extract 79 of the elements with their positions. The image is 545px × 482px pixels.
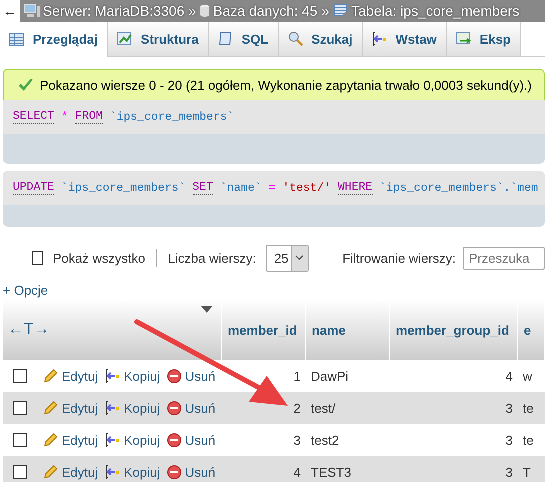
rows-select[interactable]: 25 — [266, 244, 309, 272]
structure-icon — [117, 31, 134, 47]
computer-icon — [24, 4, 40, 18]
table-icon — [9, 32, 25, 48]
tab[interactable]: SQL — [208, 22, 279, 56]
tab[interactable]: Struktura — [108, 22, 209, 56]
row-checkbox[interactable] — [13, 401, 27, 415]
table-cell: TEST3 — [306, 456, 390, 482]
row-checkbox[interactable] — [13, 369, 27, 383]
sql-token: = — [268, 182, 276, 194]
scroll-icon — [218, 31, 234, 47]
insert-row-icon — [105, 400, 122, 416]
insert-row-icon — [105, 432, 122, 448]
chevron-down-icon — [295, 255, 304, 261]
sql-token: UPDATE — [13, 181, 54, 195]
sql-token: WHERE — [338, 181, 373, 195]
insert-row-icon — [372, 31, 388, 47]
sql-token: FROM — [75, 110, 103, 124]
table-cell: T — [518, 456, 545, 482]
breadcrumb-link[interactable]: Tabela: ips_core_members — [352, 3, 520, 19]
row-checkbox[interactable] — [13, 465, 27, 479]
breadcrumb-link[interactable]: Baza danych: 45 — [213, 3, 318, 19]
sql-token: SET — [192, 181, 214, 195]
table-icon — [334, 4, 349, 18]
pencil-icon — [43, 464, 59, 480]
delete-link[interactable]: Usuń — [167, 368, 216, 384]
sql-token: 'test/' — [282, 182, 332, 194]
insert-row-icon — [105, 464, 122, 480]
notice-text: Pokazano wiersze 0 - 20 (21 ogółem, Wykonanie zapytania trwało 0,0003 sekund(y).) — [40, 78, 532, 92]
breadcrumb-separator: » — [188, 3, 196, 19]
filter-field[interactable]: Przeszuka — [463, 246, 545, 270]
tab[interactable]: Eksp — [446, 22, 521, 56]
table-cell: 4 — [222, 456, 306, 482]
edit-link[interactable]: Edytuj — [43, 464, 98, 480]
edit-link[interactable]: Edytuj — [43, 400, 98, 416]
table-cell: te — [518, 392, 545, 424]
tab[interactable]: Wstaw — [362, 22, 447, 56]
options-link[interactable]: + Opcje — [3, 283, 48, 298]
rows-label: Liczba wierszy: — [168, 250, 256, 266]
delete-icon — [167, 368, 182, 384]
delete-icon — [167, 400, 182, 416]
sql-token: `ips_core_members` — [61, 182, 186, 194]
delete-link[interactable]: Usuń — [167, 464, 216, 480]
copy-link[interactable]: Kopiuj — [105, 432, 160, 448]
copy-link[interactable]: Kopiuj — [105, 400, 160, 416]
pencil-icon — [43, 368, 59, 384]
sql-token: * — [61, 110, 68, 124]
edit-link[interactable]: Edytuj — [43, 432, 98, 448]
delete-link[interactable]: Usuń — [167, 400, 216, 416]
edit-link[interactable]: Edytuj — [43, 368, 98, 384]
sql-token: `ips_core_members`.`mem — [380, 182, 538, 194]
table-cell: 3 — [390, 392, 518, 424]
row-checkbox[interactable] — [13, 433, 27, 447]
checkbox[interactable] — [32, 251, 43, 265]
export-icon — [456, 31, 472, 47]
breadcrumb-separator: » — [322, 3, 330, 19]
delete-link[interactable]: Usuń — [167, 432, 216, 448]
insert-row-icon — [105, 368, 122, 384]
sql-token: `ips_core_members` — [110, 110, 234, 124]
checkbox-label: Pokaż wszystko — [52, 250, 146, 266]
tab[interactable]: Szukaj — [278, 22, 363, 56]
copy-link[interactable]: Kopiuj — [105, 368, 160, 384]
column-resize-icon[interactable]: ←T→ — [8, 321, 50, 339]
checkmark-icon — [18, 78, 34, 92]
filter-label: Filtrowanie wierszy: — [342, 250, 456, 266]
breadcrumb-link[interactable]: Serwer: MariaDB:3306 — [43, 3, 185, 19]
table-cell: test/ — [306, 392, 390, 424]
tab[interactable]: Przeglądaj — [0, 22, 108, 57]
sql-token: `name` — [220, 182, 262, 194]
table-cell: 3 — [390, 456, 518, 482]
pencil-icon — [43, 432, 59, 448]
copy-link[interactable]: Kopiuj — [105, 464, 160, 480]
dropdown-triangle-icon[interactable] — [201, 306, 213, 313]
database-icon — [200, 4, 210, 18]
delete-icon — [167, 464, 182, 480]
pencil-icon — [43, 400, 59, 416]
search-icon — [288, 31, 304, 47]
sql-token: SELECT — [13, 110, 54, 124]
delete-icon — [167, 432, 182, 448]
